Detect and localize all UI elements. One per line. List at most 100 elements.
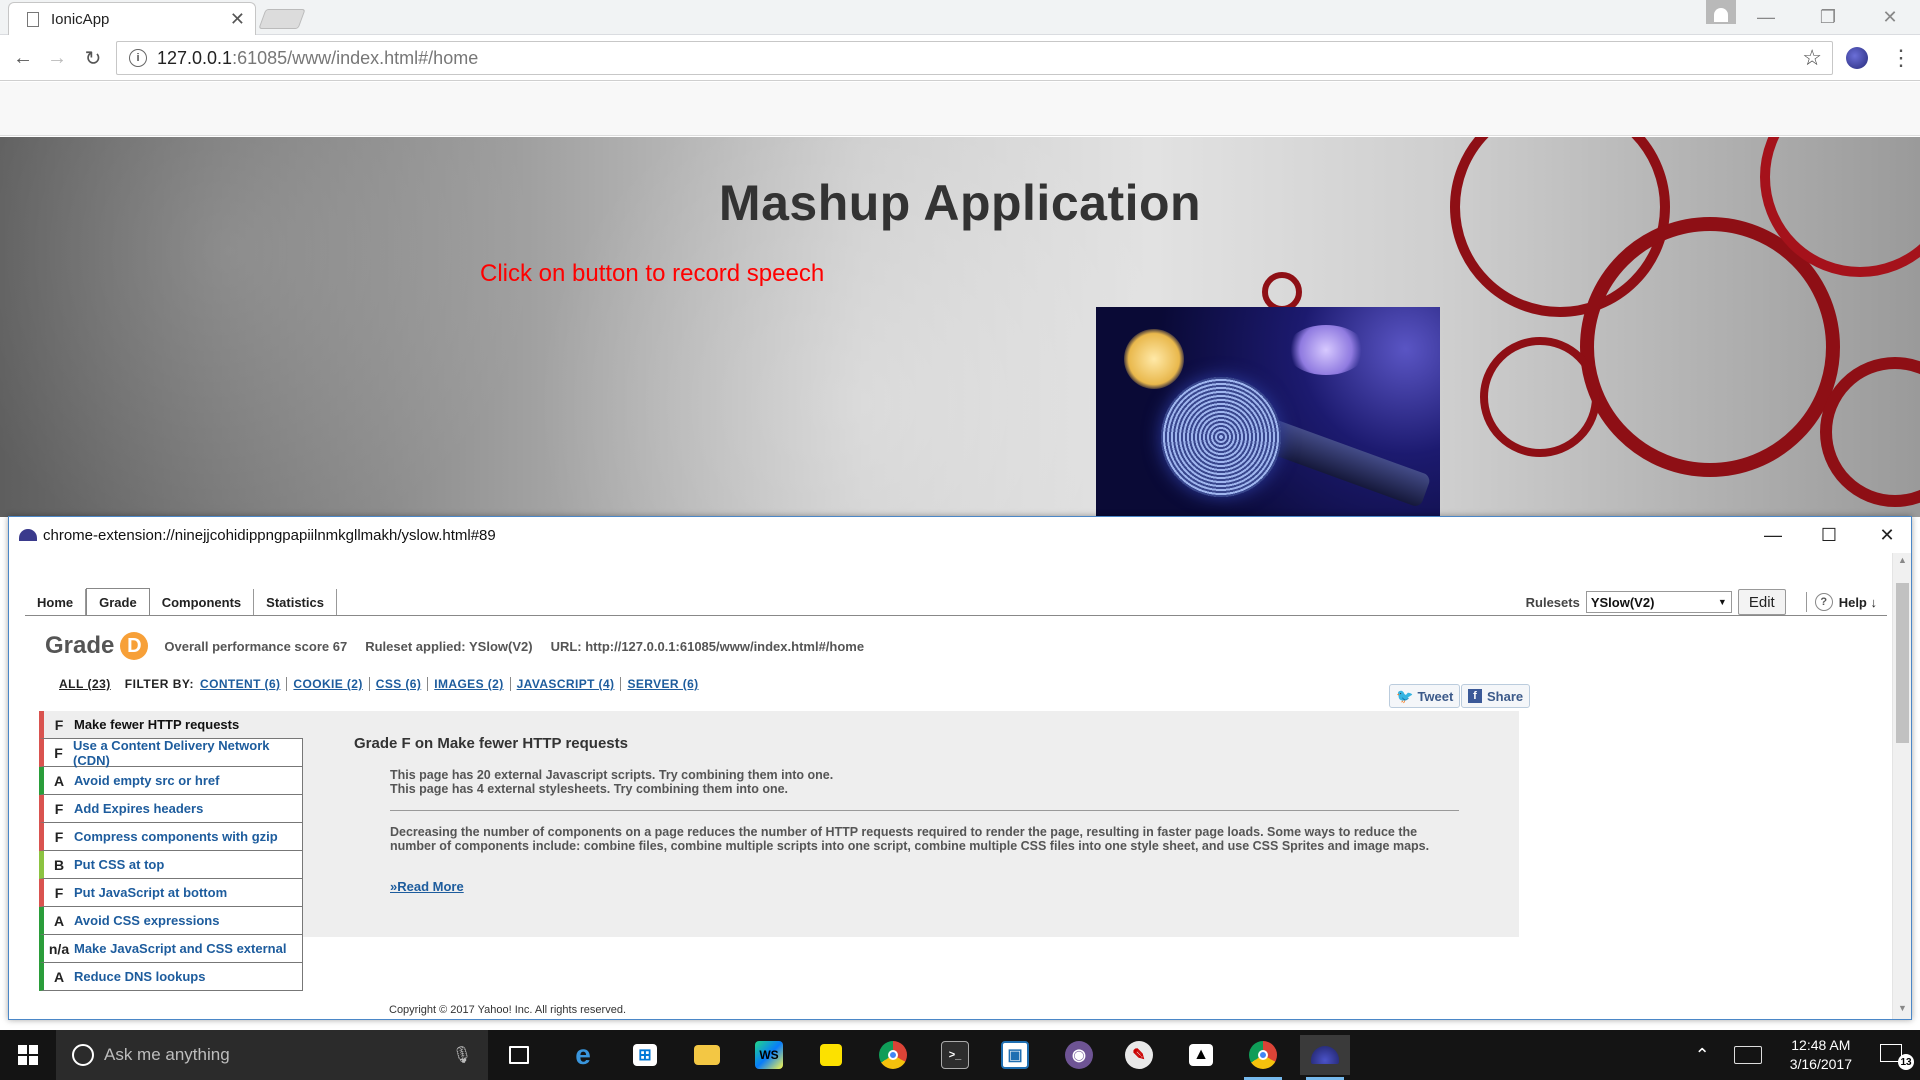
grade-badge: D (120, 632, 149, 660)
scrollbar-thumb[interactable] (1896, 583, 1909, 743)
bookmark-star-icon[interactable]: ☆ (1802, 45, 1822, 71)
overall-score: Overall performance score 67 (164, 638, 348, 654)
terminal-icon[interactable]: >_ (930, 1035, 980, 1075)
paint-icon[interactable]: ✎ (1114, 1035, 1164, 1075)
store-icon[interactable]: ⊞ (620, 1035, 670, 1075)
finding-stylesheets: This page has 4 external stylesheets. Tr… (390, 782, 789, 796)
divider (1805, 592, 1807, 612)
webstorm-icon[interactable]: WS (744, 1035, 794, 1075)
rule-item[interactable]: F Compress components with gzip (39, 823, 303, 851)
filter-cookie-link[interactable]: COOKIE (2) (287, 677, 370, 691)
filter-javascript-link[interactable]: JAVASCRIPT (4) (511, 677, 622, 691)
rule-item[interactable]: F Put JavaScript at bottom (39, 879, 303, 907)
grade-label: Grade (45, 632, 115, 659)
scroll-up-icon[interactable]: ▲ (1893, 555, 1911, 571)
scroll-down-icon[interactable]: ▼ (1893, 1003, 1911, 1019)
rule-grade: n/a (48, 940, 70, 957)
address-bar[interactable]: i 127.0.0.1:61085/www/index.html#/home ☆ (116, 41, 1833, 75)
task-view-icon[interactable] (494, 1035, 544, 1075)
edit-button[interactable]: Edit (1737, 589, 1786, 615)
photos-icon[interactable]: ▲ (1176, 1035, 1226, 1075)
ruleset-select[interactable]: YSlow(V2) ▼ (1585, 591, 1732, 613)
rule-name: Avoid CSS expressions (74, 913, 220, 928)
file-explorer-icon[interactable] (682, 1035, 732, 1075)
browser-tab-strip: IonicApp ✕ — ❐ ✕ (0, 0, 1920, 35)
page-content: Mashup Application Click on button to re… (0, 137, 1920, 517)
floral-decoration (1262, 272, 1302, 312)
graded-url: URL: http://127.0.0.1:61085/www/index.ht… (550, 638, 865, 654)
tweet-button[interactable]: 🐦 Tweet (1389, 684, 1461, 708)
rule-name: Use a Content Delivery Network (CDN) (73, 737, 270, 768)
rule-list: F Make fewer HTTP requests F Use a Conte… (39, 711, 303, 1019)
yslow-icon[interactable] (1300, 1035, 1350, 1080)
rule-item[interactable]: A Avoid empty src or href (39, 767, 303, 795)
github-icon[interactable]: ◉ (1054, 1035, 1104, 1075)
yslow-minimize-button[interactable]: — (1753, 523, 1793, 547)
filter-content-link[interactable]: CONTENT (6) (194, 677, 288, 691)
start-button[interactable] (0, 1030, 56, 1080)
read-more-link[interactable]: »Read More (390, 879, 464, 894)
yslow-close-button[interactable]: ✕ (1867, 523, 1907, 547)
info-icon[interactable]: i (129, 49, 147, 67)
rule-grade: F (54, 828, 64, 845)
new-tab-button[interactable] (258, 9, 306, 29)
filter-images-link[interactable]: IMAGES (2) (428, 677, 511, 691)
browser-tab[interactable]: IonicApp ✕ (8, 2, 256, 35)
filter-server-link[interactable]: SERVER (6) (621, 677, 704, 691)
rule-grade: F (54, 716, 64, 733)
keyboard-icon[interactable] (1733, 1046, 1762, 1064)
tab-close-icon[interactable]: ✕ (230, 9, 245, 30)
minimize-button[interactable]: — (1746, 4, 1786, 30)
chrome-icon[interactable] (868, 1035, 918, 1075)
clock[interactable]: 12:48 AM 3/16/2017 (1790, 1036, 1852, 1074)
cortana-search-box[interactable]: Ask me anything 🎙 (56, 1030, 488, 1080)
share-label: Share (1487, 688, 1524, 704)
filter-by-label: FILTER BY: (124, 677, 195, 691)
reload-icon[interactable]: ↻ (78, 43, 108, 73)
yslow-maximize-button[interactable]: ☐ (1809, 523, 1849, 547)
twitter-icon: 🐦 (1396, 687, 1414, 704)
url-host: 127.0.0.1 (157, 47, 233, 68)
tweet-label: Tweet (1417, 688, 1454, 704)
action-center-icon[interactable]: 13 (1880, 1042, 1914, 1070)
tab-home[interactable]: Home (25, 589, 87, 615)
tab-divider (25, 615, 1887, 616)
filter-all-link[interactable]: ALL (23) (59, 677, 111, 691)
forward-icon[interactable]: → (42, 43, 72, 73)
rule-item[interactable]: A Avoid CSS expressions (39, 907, 303, 935)
filter-css-link[interactable]: CSS (6) (370, 677, 429, 691)
help-icon[interactable]: ? (1814, 593, 1833, 611)
page-icon (27, 11, 39, 27)
share-button[interactable]: f Share (1461, 684, 1531, 708)
help-link[interactable]: Help ↓ (1839, 595, 1877, 610)
rule-item[interactable]: F Add Expires headers (39, 795, 303, 823)
tab-grade[interactable]: Grade (86, 588, 150, 616)
yslow-extension-icon[interactable] (1846, 47, 1868, 69)
rulesets-area: Rulesets YSlow(V2) ▼ Edit ? Help ↓ (1526, 589, 1877, 615)
profile-icon[interactable] (1706, 0, 1736, 24)
rule-item[interactable]: n/a Make JavaScript and CSS external (39, 935, 303, 963)
sticky-notes-icon[interactable] (806, 1035, 856, 1075)
rule-item[interactable]: F Use a Content Delivery Network (CDN) (39, 737, 303, 768)
rule-item[interactable]: A Reduce DNS lookups (39, 963, 303, 991)
app-icon[interactable]: ▣ (990, 1035, 1040, 1075)
edge-icon[interactable]: e (558, 1035, 608, 1075)
chrome-icon[interactable] (1238, 1035, 1288, 1080)
yslow-logo-icon (19, 529, 37, 541)
microphone-icon[interactable]: 🎙 (452, 1045, 472, 1065)
page-title: Mashup Application (718, 175, 1202, 231)
chrome-menu-icon[interactable]: ⋮ (1890, 45, 1912, 71)
chevron-up-icon[interactable]: ⌃ (1695, 1045, 1710, 1066)
back-icon[interactable]: ← (8, 43, 38, 73)
tab-components[interactable]: Components (150, 589, 255, 615)
tab-statistics[interactable]: Statistics (254, 589, 337, 615)
rule-item[interactable]: B Put CSS at top (39, 851, 303, 879)
close-window-button[interactable]: ✕ (1870, 4, 1910, 30)
yslow-scrollbar[interactable]: ▲ ▼ (1892, 553, 1911, 1019)
rules-panel: F Make fewer HTTP requests F Use a Conte… (39, 711, 1519, 991)
rule-name: Reduce DNS lookups (74, 969, 206, 984)
notification-count: 13 (1898, 1054, 1914, 1070)
rule-item[interactable]: F Make fewer HTTP requests (39, 711, 303, 739)
restore-button[interactable]: ❐ (1808, 4, 1848, 30)
microphone-image[interactable] (1096, 307, 1440, 517)
